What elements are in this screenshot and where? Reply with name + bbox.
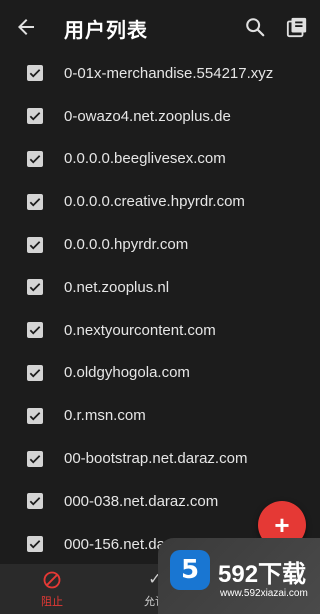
list-item[interactable]: 0.0.0.0.hpyrdr.com	[0, 223, 320, 266]
list-item-label: 0.0.0.0.creative.hpyrdr.com	[64, 193, 245, 211]
checkbox-checked[interactable]	[27, 108, 43, 125]
arrow-back-icon[interactable]	[14, 15, 38, 39]
list-item[interactable]: 00-bootstrap.net.daraz.com	[0, 437, 320, 480]
list-item[interactable]: 0.0.0.0.beeglivesex.com	[0, 138, 320, 181]
tab-block-label: 阻止	[41, 596, 63, 608]
check-icon	[29, 112, 41, 121]
checkbox-checked[interactable]	[27, 493, 43, 510]
checkbox-checked[interactable]	[27, 364, 43, 381]
list-item-label: 00-bootstrap.net.daraz.com	[64, 450, 248, 468]
checkbox-checked[interactable]	[27, 65, 43, 82]
check-icon	[29, 454, 41, 464]
add-icon: +	[274, 510, 290, 540]
check-icon	[29, 326, 41, 335]
check-icon	[29, 540, 41, 549]
search-icon[interactable]	[244, 16, 266, 38]
list-item-label: 0-owazo4.net.zooplus.de	[64, 107, 231, 125]
watermark-brand: 592下载	[218, 561, 307, 588]
list-item[interactable]: 0.r.msn.com	[0, 394, 320, 437]
page-title: 用户列表	[64, 20, 148, 42]
checkbox-checked[interactable]	[27, 322, 43, 339]
checkbox-checked[interactable]	[27, 236, 43, 253]
check-icon	[29, 197, 41, 207]
checkbox-checked[interactable]	[27, 193, 43, 210]
list-item[interactable]: 0-owazo4.net.zooplus.de	[0, 95, 320, 138]
check-icon	[29, 411, 41, 421]
tab-block[interactable]: 阻止	[22, 570, 82, 612]
checkbox-checked[interactable]	[27, 536, 43, 553]
watermark-logo-icon: 5	[170, 550, 210, 590]
check-icon	[29, 283, 41, 292]
check-icon	[29, 497, 41, 506]
list-item-label: 000-038.net.daraz.com	[64, 492, 219, 510]
checkbox-checked[interactable]	[27, 450, 43, 467]
block-icon	[43, 571, 61, 589]
check-icon	[29, 69, 41, 78]
watermark-url: www.592xiazai.com	[220, 588, 308, 599]
check-icon	[29, 240, 41, 250]
checkbox-checked[interactable]	[27, 150, 43, 167]
list-item[interactable]: 0-01x-merchandise.554217.xyz	[0, 52, 320, 95]
check-icon	[29, 155, 41, 164]
list-item[interactable]: 0.oldgyhogola.com	[0, 352, 320, 395]
checkbox-checked[interactable]	[27, 279, 43, 296]
list-item-label: 0.r.msn.com	[64, 407, 146, 425]
list-item-label: 0.0.0.0.beeglivesex.com	[64, 150, 226, 168]
list-item[interactable]: 0.nextyourcontent.com	[0, 309, 320, 352]
library-icon[interactable]	[286, 16, 308, 38]
list-item-label: 0-01x-merchandise.554217.xyz	[64, 64, 274, 82]
domain-list: 0-01x-merchandise.554217.xyz 0-owazo4.ne…	[0, 52, 320, 566]
app-bar: 用户列表	[0, 0, 320, 54]
checkbox-checked[interactable]	[27, 407, 43, 424]
list-item[interactable]: 0.0.0.0.creative.hpyrdr.com	[0, 180, 320, 223]
list-item-label: 0.oldgyhogola.com	[64, 364, 190, 382]
watermark: 5 592下载 www.592xiazai.com	[158, 538, 320, 614]
list-item-label: 0.net.zooplus.nl	[64, 278, 170, 296]
list-item[interactable]: 0.net.zooplus.nl	[0, 266, 320, 309]
check-icon	[29, 369, 41, 378]
list-item-label: 0.nextyourcontent.com	[64, 321, 216, 339]
list-item-label: 0.0.0.0.hpyrdr.com	[64, 236, 189, 254]
